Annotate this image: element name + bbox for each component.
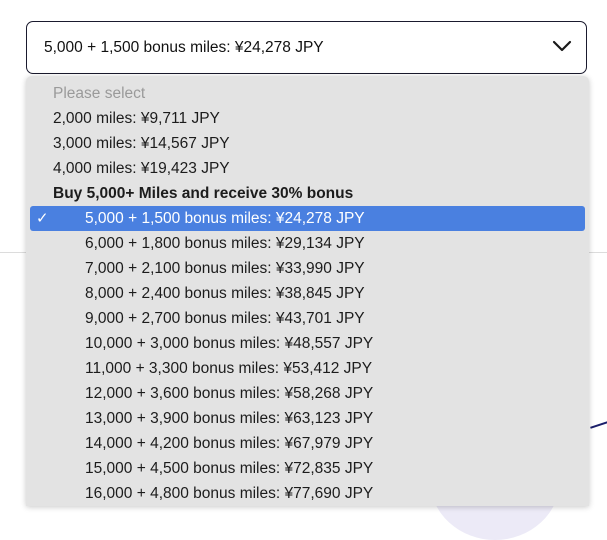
- miles-select[interactable]: 5,000 + 1,500 bonus miles: ¥24,278 JPY: [26, 21, 587, 74]
- option-5000-miles[interactable]: ✓ 5,000 + 1,500 bonus miles: ¥24,278 JPY: [30, 206, 585, 231]
- option-2000-miles[interactable]: 2,000 miles: ¥9,711 JPY: [26, 106, 589, 131]
- option-placeholder: Please select: [53, 85, 146, 102]
- option-15000-miles[interactable]: 15,000 + 4,500 bonus miles: ¥72,835 JPY: [26, 456, 589, 481]
- option-12000-miles[interactable]: 12,000 + 3,600 bonus miles: ¥58,268 JPY: [26, 381, 589, 406]
- option-8000-miles[interactable]: 8,000 + 2,400 bonus miles: ¥38,845 JPY: [26, 281, 589, 306]
- option-4000-miles[interactable]: 4,000 miles: ¥19,423 JPY: [26, 156, 589, 181]
- option-3000-miles[interactable]: 3,000 miles: ¥14,567 JPY: [26, 131, 589, 156]
- option-label: 5,000 + 1,500 bonus miles: ¥24,278 JPY: [85, 210, 365, 227]
- chevron-down-icon: [552, 40, 572, 52]
- option-13000-miles[interactable]: 13,000 + 3,900 bonus miles: ¥63,123 JPY: [26, 406, 589, 431]
- option-16000-miles[interactable]: 16,000 + 4,800 bonus miles: ¥77,690 JPY: [26, 481, 589, 506]
- miles-dropdown-list[interactable]: Please select 2,000 miles: ¥9,711 JPY 3,…: [26, 76, 589, 506]
- option-9000-miles[interactable]: 9,000 + 2,700 bonus miles: ¥43,701 JPY: [26, 306, 589, 331]
- option-14000-miles[interactable]: 14,000 + 4,200 bonus miles: ¥67,979 JPY: [26, 431, 589, 456]
- option-10000-miles[interactable]: 10,000 + 3,000 bonus miles: ¥48,557 JPY: [26, 331, 589, 356]
- background-line: [590, 421, 607, 429]
- option-6000-miles[interactable]: 6,000 + 1,800 bonus miles: ¥29,134 JPY: [26, 231, 589, 256]
- checkmark-icon: ✓: [36, 210, 49, 227]
- option-11000-miles[interactable]: 11,000 + 3,300 bonus miles: ¥53,412 JPY: [26, 356, 589, 381]
- option-group-label: Buy 5,000+ Miles and receive 30% bonus: [53, 185, 354, 202]
- option-7000-miles[interactable]: 7,000 + 2,100 bonus miles: ¥33,990 JPY: [26, 256, 589, 281]
- selected-value: 5,000 + 1,500 bonus miles: ¥24,278 JPY: [44, 38, 324, 56]
